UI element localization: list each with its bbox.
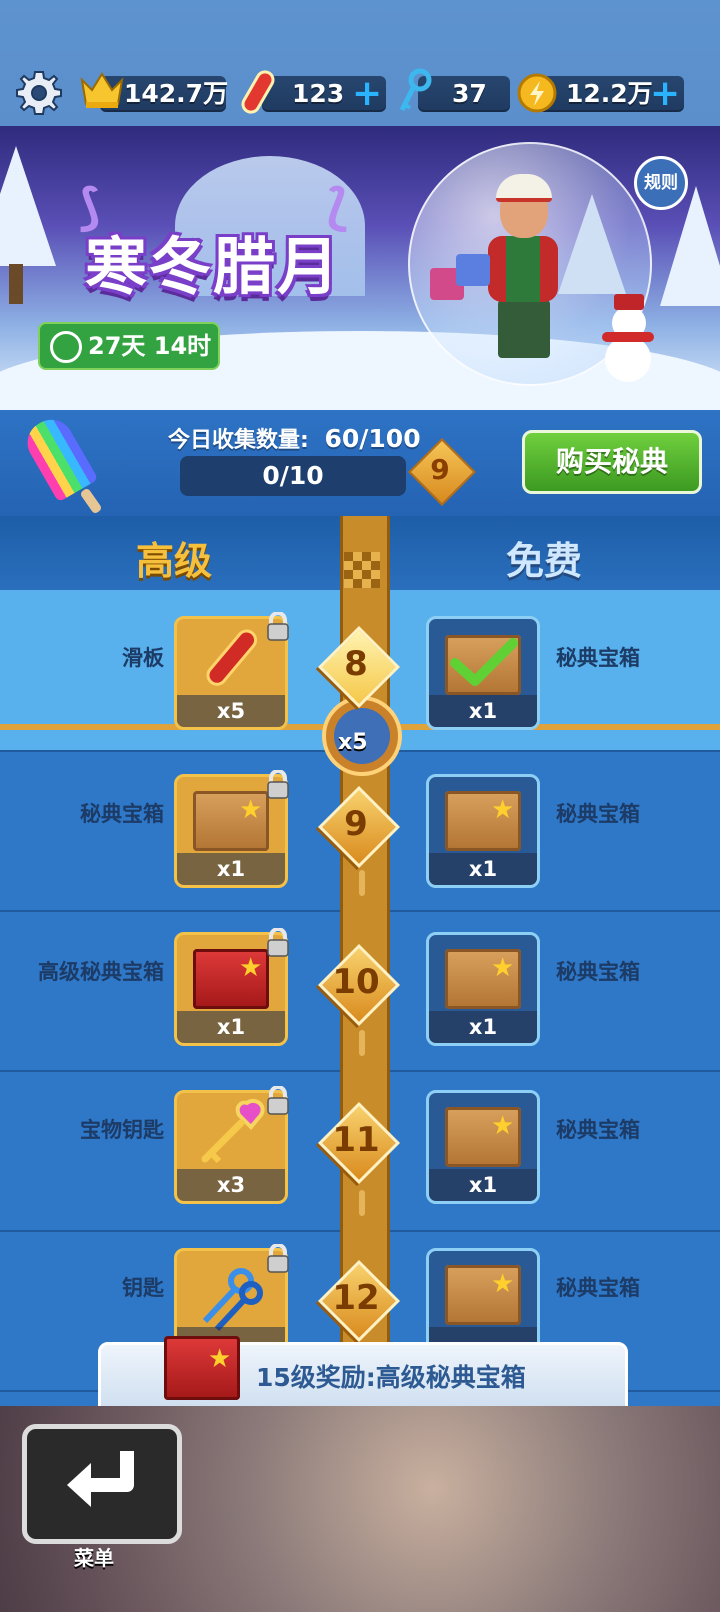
lock-icon — [267, 928, 289, 957]
today-collect-label: 今日收集数量: 60/100 — [168, 422, 421, 454]
reward-qty: x1 — [429, 695, 537, 727]
treasure-key-icon — [201, 1098, 265, 1164]
level-number: 10 — [332, 962, 380, 1002]
track-dash — [359, 1190, 365, 1216]
reward-qty: x1 — [429, 1169, 537, 1201]
star-icon: ★ — [491, 795, 515, 825]
return-arrow-icon — [67, 1451, 134, 1507]
popsicle-stick — [79, 487, 103, 515]
event-banner: ⟆ ⟅ 寒冬腊月 27天 14时 规则 — [0, 126, 720, 410]
lock-icon — [267, 612, 289, 641]
coin-icon — [517, 73, 557, 113]
free-reward-slot[interactable]: ★ x1 — [426, 774, 540, 888]
hoverboard-icon — [241, 70, 275, 114]
settings-gear-icon[interactable] — [14, 68, 64, 118]
snow-tree-left — [0, 146, 56, 266]
reward-qty: x3 — [177, 1169, 285, 1201]
final-reward-text: 15级奖励:高级秘典宝箱 — [256, 1363, 526, 1392]
lock-icon — [267, 1086, 289, 1115]
collect-bar: 今日收集数量: 60/100 0/10 9 购买秘典 — [0, 410, 720, 516]
add-coins-plus-icon[interactable]: + — [650, 76, 680, 112]
event-timer: 27天 14时 — [38, 322, 220, 370]
track-dash — [359, 1030, 365, 1056]
reward-qty: x1 — [429, 1011, 537, 1043]
reward-qty: x5 — [177, 695, 285, 727]
rules-button[interactable]: 规则 — [634, 156, 688, 210]
pass-chest-icon: ★ — [445, 949, 521, 1009]
buy-pass-button[interactable]: 购买秘典 — [522, 430, 702, 494]
board-count: 123 — [292, 79, 345, 108]
star-icon: ★ — [239, 953, 263, 983]
star-icon: ★ — [208, 1344, 232, 1374]
snowman-body — [605, 336, 651, 382]
premium-reward-label: 高级秘典宝箱 — [38, 960, 164, 984]
premium-reward-label: 宝物钥匙 — [80, 1118, 164, 1142]
character-legs — [498, 300, 550, 358]
level-number: 12 — [332, 1278, 380, 1318]
event-title: 寒冬腊月 — [85, 230, 342, 303]
track-dash — [359, 870, 365, 896]
top-bar: 142.7万 123 + 37 12.2万 + — [0, 0, 720, 126]
level-number: 9 — [344, 804, 368, 844]
small-tree — [558, 194, 626, 294]
free-reward-label: 秘典宝箱 — [556, 1118, 640, 1142]
gift-box — [456, 254, 490, 286]
premium-reward-label: 秘典宝箱 — [80, 802, 164, 826]
star-icon: ★ — [239, 795, 263, 825]
key-milestone-qty: x5 — [338, 730, 368, 755]
character-vest — [506, 236, 540, 302]
character-cap — [496, 174, 552, 202]
key-count: 37 — [452, 79, 487, 108]
snowman-hat — [614, 294, 644, 310]
coin-count: 12.2万 — [566, 79, 653, 108]
snowman-scarf — [602, 332, 654, 342]
today-collect-value: 60/100 — [324, 424, 421, 453]
premium-reward-label: 滑板 — [122, 646, 164, 670]
keys-bundle-icon — [202, 1268, 263, 1332]
free-reward-label: 秘典宝箱 — [556, 1276, 640, 1300]
level-progress-bar: 0/10 — [180, 456, 406, 496]
track-checker-flag — [344, 552, 380, 588]
star-icon: ★ — [491, 1111, 515, 1141]
free-reward-slot[interactable]: x1 — [426, 616, 540, 730]
tree-trunk — [9, 264, 23, 304]
claimed-check-icon — [450, 638, 518, 686]
lock-icon — [267, 770, 289, 799]
lock-icon — [267, 1244, 289, 1273]
menu-label: 菜单 — [74, 1546, 114, 1570]
free-reward-slot[interactable]: ★ x1 — [426, 1090, 540, 1204]
free-reward-label: 秘典宝箱 — [556, 960, 640, 984]
level-number: 11 — [332, 1120, 380, 1160]
pass-chest-icon: ★ — [445, 791, 521, 851]
reward-qty: x1 — [429, 853, 537, 885]
free-reward-label: 秘典宝箱 — [556, 802, 640, 826]
level-number: 8 — [344, 644, 368, 684]
key-icon — [399, 68, 432, 112]
current-level-number: 9 — [430, 453, 450, 486]
pass-chest-icon: ★ — [445, 1107, 521, 1167]
free-reward-slot[interactable]: ★ x1 — [426, 932, 540, 1046]
timer-text: 27天 14时 — [88, 332, 212, 360]
today-label-text: 今日收集数量: — [168, 428, 309, 453]
hoverboard-reward-icon — [206, 629, 258, 686]
free-column-title: 免费 — [506, 539, 583, 583]
premium-chest-icon: ★ — [164, 1336, 240, 1400]
key-milestone-medal: x5 — [322, 696, 402, 776]
reward-qty: x1 — [177, 853, 285, 885]
menu-back-button[interactable] — [22, 1424, 182, 1544]
premium-column-title: 高级 — [136, 539, 213, 583]
pass-chest-icon: ★ — [193, 791, 269, 851]
crown-count: 142.7万 — [124, 79, 229, 108]
pass-chest-icon: ★ — [445, 1265, 521, 1325]
reward-qty: x1 — [177, 1011, 285, 1043]
star-icon: ★ — [491, 1269, 515, 1299]
premium-reward-label: 钥匙 — [122, 1276, 164, 1300]
star-icon: ★ — [491, 953, 515, 983]
free-reward-label: 秘典宝箱 — [556, 646, 640, 670]
premium-chest-icon: ★ — [193, 949, 269, 1009]
pass-reward-list[interactable]: 高级 免费 x5 滑板 x5 8 x1 秘典宝箱 秘典宝箱 ★ x1 9 ★ x… — [0, 516, 720, 1406]
stopwatch-icon — [50, 331, 82, 363]
crown-icon — [80, 72, 124, 108]
add-boards-plus-icon[interactable]: + — [352, 76, 382, 112]
